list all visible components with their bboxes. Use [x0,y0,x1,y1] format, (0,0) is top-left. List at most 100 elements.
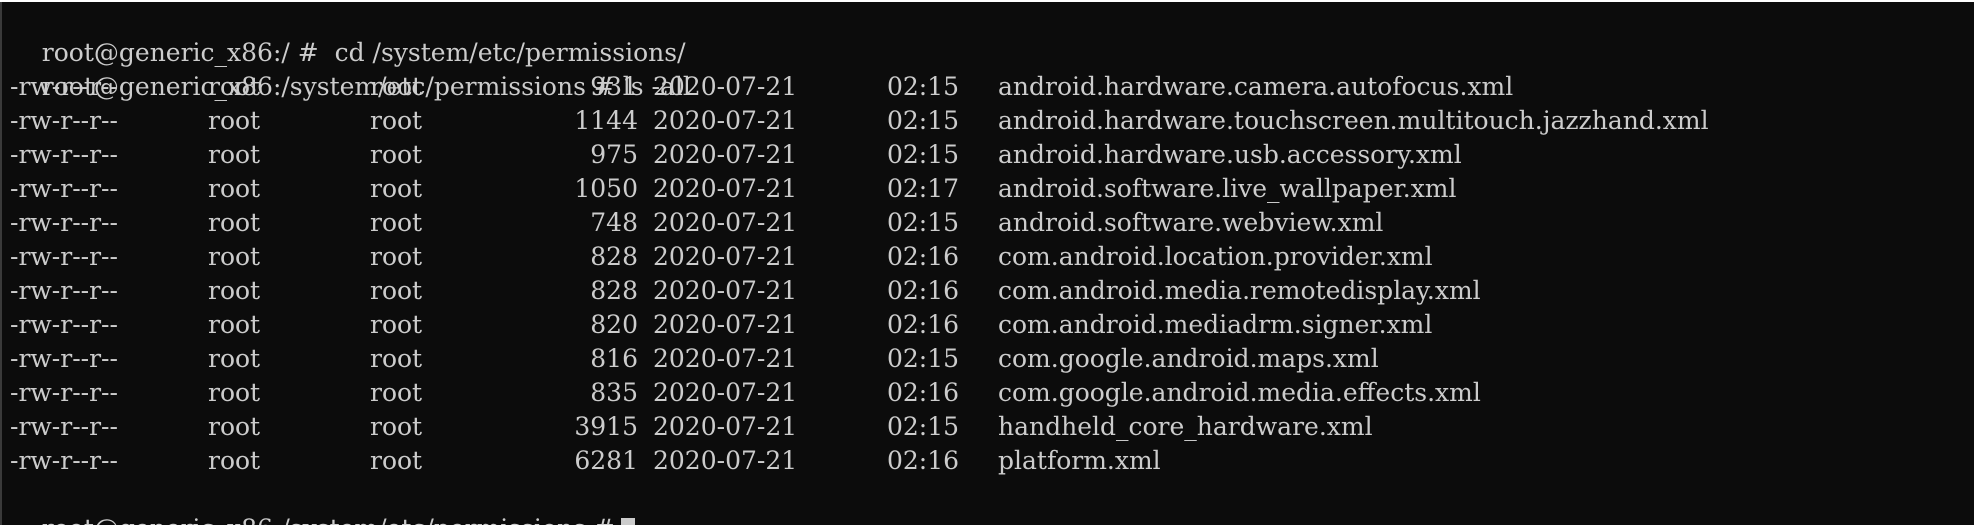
file-size: 931 [590,72,638,101]
file-permissions: -rw-r--r-- [10,174,118,203]
listing-row: -rw-r--r-- root root 3915 2020-07-21 02:15 han… [10,410,1960,444]
file-group: root [370,378,423,407]
file-date: 2020-07-21 [653,174,798,203]
file-owner: root [208,174,261,203]
file-name: android.hardware.touchscreen.multitouch.… [998,106,1709,135]
file-date: 2020-07-21 [653,72,798,101]
listing-row: -rw-r--r-- root root 748 2020-07-21 02:15 andr… [10,206,1960,240]
file-permissions: -rw-r--r-- [10,208,118,237]
file-name: com.android.location.provider.xml [998,242,1433,271]
file-size: 835 [590,378,638,407]
file-name: com.android.mediadrm.signer.xml [998,310,1433,339]
file-size: 748 [590,208,638,237]
file-time: 02:15 [887,106,960,135]
file-owner: root [208,412,261,441]
file-size: 1050 [574,174,638,203]
file-group: root [370,344,423,373]
file-group: root [370,242,423,271]
listing-row: -rw-r--r-- root root 828 2020-07-21 02:16 com.… [10,274,1960,308]
file-group: root [370,412,423,441]
file-time: 02:15 [887,72,960,101]
file-owner: root [208,446,261,475]
file-time: 02:15 [887,140,960,169]
file-date: 2020-07-21 [653,344,798,373]
file-date: 2020-07-21 [653,446,798,475]
file-name: handheld_core_hardware.xml [998,412,1373,441]
file-group: root [370,140,423,169]
file-permissions: -rw-r--r-- [10,310,118,339]
file-size: 6281 [574,446,638,475]
terminal-window[interactable]: root@generic_x86:/ # cd /system/etc/perm… [0,2,1974,525]
file-name: android.hardware.usb.accessory.xml [998,140,1462,169]
listing-row: -rw-r--r-- root root 931 2020-07-21 02:15 andr… [10,70,1960,104]
file-time: 02:16 [887,310,960,339]
file-date: 2020-07-21 [653,242,798,271]
listing-row: -rw-r--r-- root root 816 2020-07-21 02:15 com.… [10,342,1960,376]
file-size: 3915 [574,412,638,441]
file-owner: root [208,310,261,339]
file-name: android.hardware.camera.autofocus.xml [998,72,1514,101]
file-name: android.software.webview.xml [998,208,1384,237]
file-date: 2020-07-21 [653,276,798,305]
listing-row: -rw-r--r-- root root 1050 2020-07-21 02:17 and… [10,172,1960,206]
file-date: 2020-07-21 [653,140,798,169]
listing-row: -rw-r--r-- root root 975 2020-07-21 02:15 andr… [10,138,1960,172]
file-owner: root [208,106,261,135]
file-time: 02:15 [887,208,960,237]
file-permissions: -rw-r--r-- [10,344,118,373]
file-group: root [370,310,423,339]
command-line-current[interactable]: root@generic_x86:/system/etc/permissions… [10,478,635,525]
file-name: com.google.android.media.effects.xml [998,378,1481,407]
file-group: root [370,208,423,237]
file-name: com.google.android.maps.xml [998,344,1379,373]
listing-row: -rw-r--r-- root root 1144 2020-07-21 02:15 and… [10,104,1960,138]
prompt-final-text: root@generic_x86:/system/etc/permissions… [42,514,615,525]
file-name: com.android.media.remotedisplay.xml [998,276,1481,305]
file-permissions: -rw-r--r-- [10,72,118,101]
file-size: 975 [590,140,638,169]
file-owner: root [208,140,261,169]
listing-row: -rw-r--r-- root root 835 2020-07-21 02:16 com.… [10,376,1960,410]
file-owner: root [208,276,261,305]
file-permissions: -rw-r--r-- [10,276,118,305]
file-time: 02:15 [887,344,960,373]
file-owner: root [208,344,261,373]
file-owner: root [208,208,261,237]
file-group: root [370,106,423,135]
file-size: 820 [590,310,638,339]
file-time: 02:16 [887,446,960,475]
text-cursor [620,517,635,525]
file-time: 02:16 [887,378,960,407]
file-owner: root [208,378,261,407]
listing-row: -rw-r--r-- root root 6281 2020-07-21 02:16 pla… [10,444,1960,478]
file-date: 2020-07-21 [653,208,798,237]
file-permissions: -rw-r--r-- [10,242,118,271]
file-permissions: -rw-r--r-- [10,378,118,407]
file-name: platform.xml [998,446,1161,475]
file-group: root [370,446,423,475]
file-time: 02:15 [887,412,960,441]
file-date: 2020-07-21 [653,310,798,339]
file-permissions: -rw-r--r-- [10,412,118,441]
file-time: 02:16 [887,242,960,271]
listing-row: -rw-r--r-- root root 828 2020-07-21 02:16 com.… [10,240,1960,274]
file-group: root [370,174,423,203]
file-permissions: -rw-r--r-- [10,446,118,475]
file-permissions: -rw-r--r-- [10,140,118,169]
file-name: android.software.live_wallpaper.xml [998,174,1457,203]
file-time: 02:16 [887,276,960,305]
file-group: root [370,276,423,305]
file-size: 816 [590,344,638,373]
file-date: 2020-07-21 [653,378,798,407]
file-date: 2020-07-21 [653,106,798,135]
command-line-ls: root@generic_x86:/system/etc/permissions… [10,36,691,101]
file-permissions: -rw-r--r-- [10,106,118,135]
file-size: 828 [590,276,638,305]
listing-row: -rw-r--r-- root root 820 2020-07-21 02:16 com.… [10,308,1960,342]
file-time: 02:17 [887,174,960,203]
file-size: 828 [590,242,638,271]
file-group: root [370,72,423,101]
file-size: 1144 [574,106,638,135]
file-date: 2020-07-21 [653,412,798,441]
command-line-cd: root@generic_x86:/ # cd /system/etc/perm… [10,2,686,67]
